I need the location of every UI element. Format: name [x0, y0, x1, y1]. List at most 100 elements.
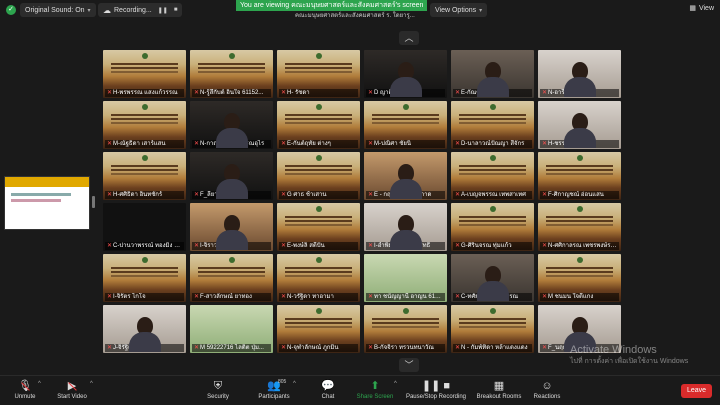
- participant-tile[interactable]: ✕N-จุฬาลักษณ์ ภูกมิ่น: [277, 305, 360, 353]
- unmute-button[interactable]: 🎙 Unmute: [12, 379, 38, 402]
- participant-name-label: ✕F-ศิกาญชณ์ อ่อนแสน: [540, 191, 619, 199]
- participant-tile[interactable]: ✕H-ศศิธิดา อินทชักร์: [103, 152, 186, 200]
- participant-name-label: ✕I-จิรัตร ไกโจ: [105, 293, 184, 301]
- participant-tile[interactable]: ✕E-กันต์ฤทัย ต่างๆ: [277, 101, 360, 149]
- security-label: Security: [207, 394, 229, 400]
- participant-name: F_ลี้ยา หุ้ม ต้นสงัก: [200, 192, 248, 198]
- participant-tile[interactable]: ✕E-พงษ์ลิ สดีปัน: [277, 203, 360, 251]
- participant-name-label: ✕B-กัจจิรา ทรวนทนาวัณ: [366, 344, 445, 352]
- participants-button[interactable]: 👥 805 Participants: [256, 379, 292, 402]
- security-button[interactable]: ⛨ Security: [205, 379, 231, 402]
- next-page-chevron-down-icon[interactable]: ﹀: [399, 358, 419, 372]
- caret-up-icon: ^: [394, 381, 397, 387]
- microphone-muted-icon: ✕: [455, 243, 461, 249]
- participant-name-label: ✕N-รู้สึกับด์ อินใจ 61152...: [192, 89, 271, 97]
- participant-name: M 59222716 ไลติต ปุ่ม...: [200, 345, 264, 351]
- participant-tile[interactable]: ✕M ชนมน ใจดีแกง: [538, 254, 621, 302]
- watermark-line1: Activate Windows: [570, 344, 657, 356]
- participant-name: F-สาวลักษณ์ ยาทอง: [200, 294, 252, 300]
- original-sound-toggle[interactable]: Original Sound: On ▾: [20, 3, 96, 17]
- leave-button[interactable]: Leave: [681, 384, 712, 398]
- participant-name: N-รู้สึกับด์ อินใจ 61152...: [200, 90, 264, 96]
- participant-tile[interactable]: ✕B-กัจจิรา ทรวนทนาวัณ: [364, 305, 447, 353]
- microphone-muted-icon: ✕: [455, 294, 461, 300]
- participant-tile[interactable]: ✕G ศาธ ช้าเสาน: [277, 152, 360, 200]
- caret-up-icon: ^: [293, 381, 296, 387]
- microphone-muted-icon: ✕: [542, 345, 548, 351]
- microphone-muted-icon: ✕: [542, 141, 548, 147]
- participant-tile[interactable]: ✕H- รัชดา: [277, 50, 360, 98]
- participant-name: N-จุฬาลักษณ์ ภูกมิ่น: [287, 345, 339, 351]
- participant-tile[interactable]: ✕C-ทศัยภัทร ท้าวพรรณ: [451, 254, 534, 302]
- participant-name-label: ✕F_ลี้ยา หุ้ม ต้นสงัก: [192, 191, 271, 199]
- participant-tile[interactable]: ✕I-อำพิมพ์ แสงทุ่งวิสิทธิ์: [364, 203, 447, 251]
- chat-button[interactable]: 💬 Chat: [318, 379, 338, 402]
- shared-screen-thumbnail[interactable]: [4, 176, 90, 230]
- participant-name-label: ✕G ศาธ ช้าเสาน: [279, 191, 358, 199]
- thumbnail-resize-handle[interactable]: [92, 196, 95, 208]
- participant-name: E-พงษ์ลิ สดีปัน: [287, 243, 325, 249]
- pause-recording-icon[interactable]: ❚❚: [158, 7, 168, 14]
- share-screen-button[interactable]: ⬆ Share Screen: [356, 379, 394, 402]
- stop-recording-icon[interactable]: ■: [174, 7, 178, 13]
- participant-name-label: ✕D ญาติ กรอมยุติ: [366, 89, 445, 97]
- microphone-muted-icon: ✕: [368, 345, 374, 351]
- participant-name: H-ชรรามิ บุญหล้า: [548, 141, 594, 147]
- participant-name-label: ✕C-ทศัยภัทร ท้าวพรรณ: [453, 293, 532, 301]
- participant-tile[interactable]: ✕N - กัมพ์ทิดา หล้าแดงแดง: [451, 305, 534, 353]
- previous-page-chevron-up-icon[interactable]: ︿: [399, 31, 419, 45]
- view-options-label: View Options: [435, 6, 477, 14]
- participant-name: M-ณัฐธิดา เสาร์แสน: [113, 141, 166, 147]
- participant-tile[interactable]: ✕G-ศิรินจรณ ทุ่มแก้ว: [451, 203, 534, 251]
- reactions-button[interactable]: ☺ Reactions: [532, 379, 562, 402]
- participant-tile[interactable]: ✕E-กัณฑ์ฐ ชุมภูแก้ว: [451, 50, 534, 98]
- encryption-shield-icon[interactable]: ✓: [6, 5, 16, 15]
- microphone-muted-icon: ✕: [368, 141, 374, 147]
- share-screen-label: Share Screen: [356, 394, 394, 400]
- participant-tile[interactable]: ✕I-จิราวะ สตาเกง: [190, 203, 273, 251]
- participant-tile[interactable]: ✕E - กฤษฐาพิกา สิ่งกาด: [364, 152, 447, 200]
- pause-stop-recording-button[interactable]: ❚❚ ■ Pause/Stop Recording: [404, 379, 468, 402]
- participant-tile[interactable]: ✕J-จิรัฐิติกา จักชล: [103, 305, 186, 353]
- participant-name: H-ศศิธิดา อินทชักร์: [113, 192, 163, 198]
- participant-name: N-ศศิกาลรณ เพชรพงษ์รอ...: [548, 243, 619, 249]
- start-video-button[interactable]: ▶ Start Video: [56, 379, 88, 402]
- recording-label: Recording...: [114, 6, 152, 14]
- view-options-button[interactable]: View Options ▾: [430, 3, 488, 17]
- participant-name-label: ✕G-ศิรินจรณ ทุ่มแก้ว: [453, 242, 532, 250]
- participant-tile[interactable]: ✕F-สาวลักษณ์ ยาทอง: [190, 254, 273, 302]
- microphone-muted-icon: ✕: [368, 243, 374, 249]
- participant-tile[interactable]: ✕ทา ชนัญญานี อาญน 6115211...: [364, 254, 447, 302]
- participant-tile[interactable]: ✕F_ลี้ยา หุ้ม ต้นสงัก: [190, 152, 273, 200]
- participant-tile[interactable]: ✕F-ศิกาญชณ์ อ่อนแสน: [538, 152, 621, 200]
- participant-tile[interactable]: ✕D ญาติ กรอมยุติ: [364, 50, 447, 98]
- participant-tile[interactable]: ✕H-พรพรรณ แสงแก้วรรณ: [103, 50, 186, 98]
- microphone-muted-icon: ✕: [194, 141, 200, 147]
- participant-tile[interactable]: ✕N-ศศิกาลรณ เพชรพงษ์รอ...: [538, 203, 621, 251]
- participant-name-label: ✕I-จิราวะ สตาเกง: [192, 242, 271, 250]
- participant-tile[interactable]: ✕N-วรัฐิดา ทาอามา: [277, 254, 360, 302]
- participant-name: J-จิรัฐิติกา จักชล: [113, 345, 156, 351]
- view-button[interactable]: ▦ View: [689, 4, 714, 13]
- participant-tile[interactable]: ✕M 59222716 ไลติต ปุ่ม...: [190, 305, 273, 353]
- participant-name: I-จิรัตร ไกโจ: [113, 294, 146, 300]
- microphone-muted-icon: ✕: [542, 243, 548, 249]
- participant-name-label: ✕H-ชรรามิ บุญหล้า: [540, 140, 619, 148]
- participant-tile[interactable]: ✕H-ชรรามิ บุญหล้า: [538, 101, 621, 149]
- participant-name-label: ✕ทา ชนัญญานี อาญน 6115211...: [366, 293, 445, 301]
- participant-name-label: ✕M 59222716 ไลติต ปุ่ม...: [192, 344, 271, 352]
- participant-tile[interactable]: ✕D-นาลาวณ์ปัณญา สีจักร: [451, 101, 534, 149]
- participant-tile[interactable]: ✕A-เบญจพรรณ เทพสาเทศ: [451, 152, 534, 200]
- participant-tile[interactable]: ✕M-ณัฐธิดา เสาร์แสน: [103, 101, 186, 149]
- participant-tile[interactable]: ✕M-ปณิศา ชัยนิ: [364, 101, 447, 149]
- microphone-muted-icon: ✕: [107, 141, 113, 147]
- participant-tile[interactable]: ✕C-ปานวาพรรณ์ ทองมิ้ง 611...: [103, 203, 186, 251]
- participant-tile[interactable]: ✕N-อารีริยา ทราศา: [538, 50, 621, 98]
- participant-tile[interactable]: ✕N-กาญจน์ฤดี สุวรรณอุไร: [190, 101, 273, 149]
- microphone-muted-icon: ✕: [281, 192, 287, 198]
- participant-tile[interactable]: ✕I-จิรัตร ไกโจ: [103, 254, 186, 302]
- participant-name-label: ✕E-กันต์ฤทัย ต่างๆ: [279, 140, 358, 148]
- participant-tile[interactable]: ✕N-รู้สึกับด์ อินใจ 61152...: [190, 50, 273, 98]
- breakout-rooms-label: Breakout Rooms: [476, 394, 522, 400]
- breakout-rooms-button[interactable]: ▦ Breakout Rooms: [476, 379, 522, 402]
